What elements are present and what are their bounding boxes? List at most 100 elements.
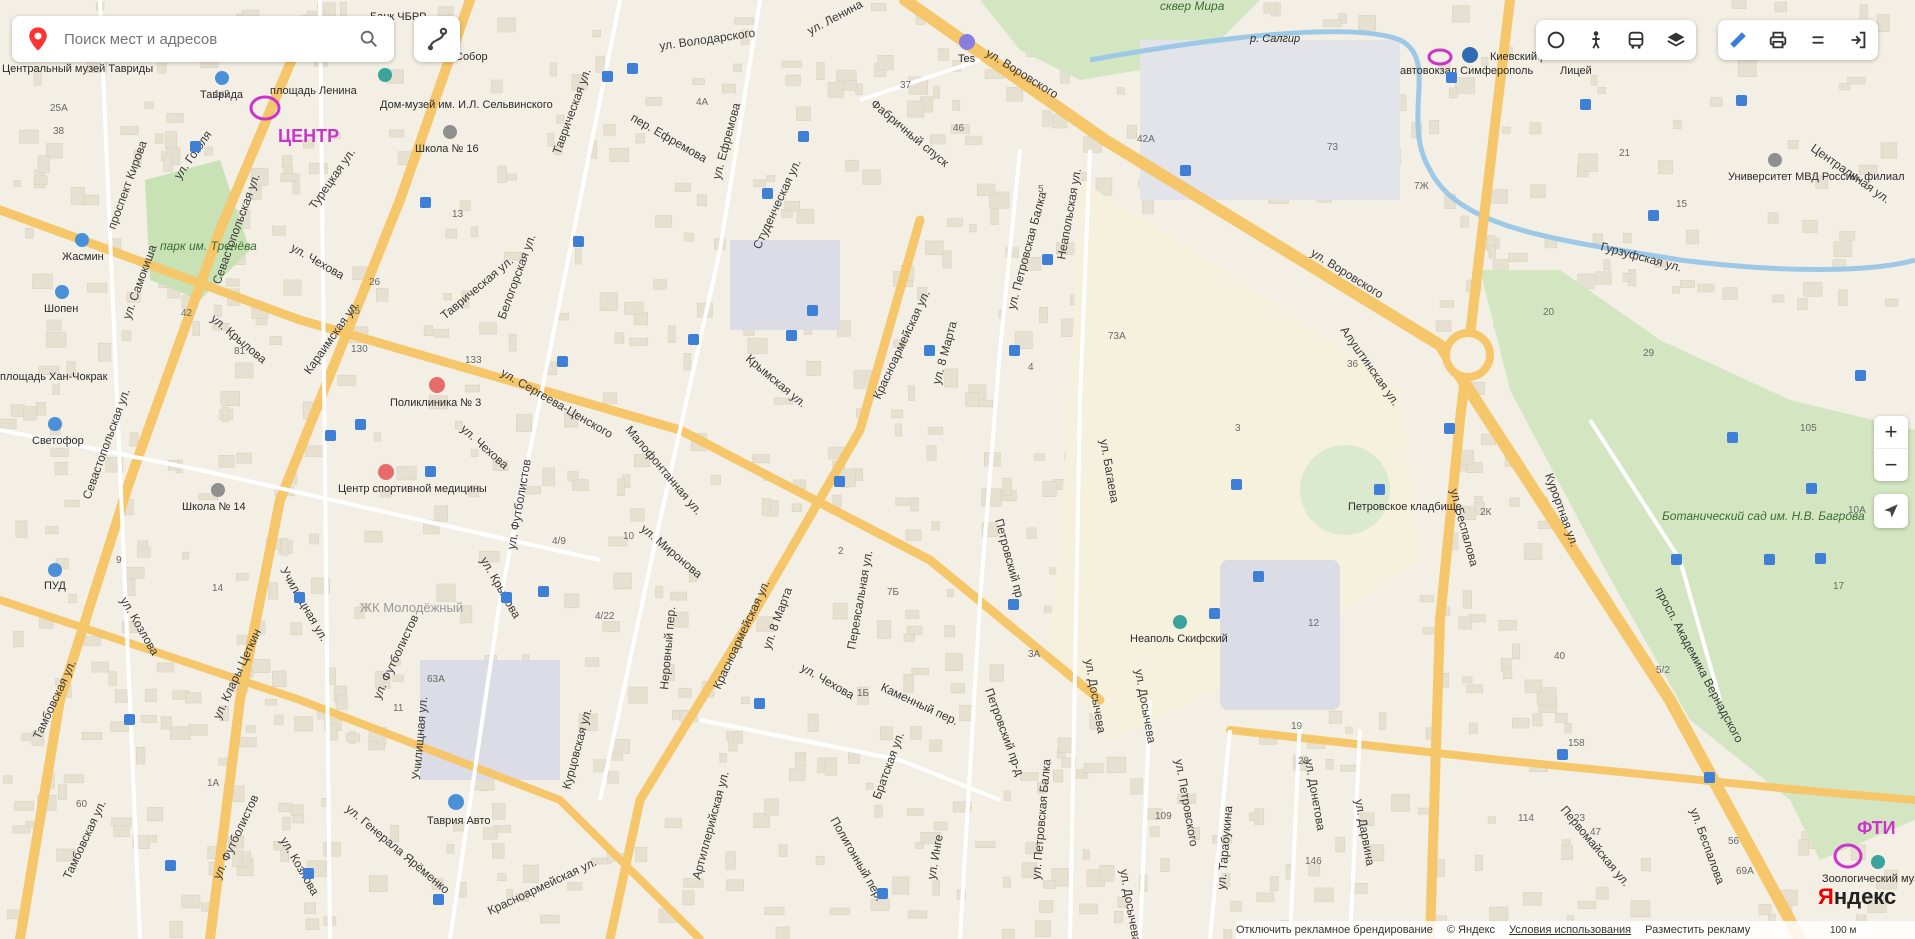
building [1466,684,1483,693]
building [764,906,785,916]
building [508,333,517,352]
map-pin-icon [29,27,47,51]
yandex-logo[interactable]: Яндекс [1818,884,1896,910]
building [1454,77,1475,94]
building [491,843,505,859]
transit-button[interactable] [1616,20,1656,60]
building [1737,58,1757,78]
building [655,585,664,598]
building [667,325,676,344]
building [1710,97,1723,107]
house-number: 38 [53,126,65,137]
building [166,113,184,123]
poi-label: Шопен [44,303,78,315]
geolocation-button[interactable] [1874,494,1908,528]
building [335,695,348,710]
building [635,133,645,144]
building [895,497,912,506]
panorama-button[interactable] [1576,20,1616,60]
building [86,282,108,293]
building [785,74,801,86]
building [1686,229,1700,245]
building [674,182,691,193]
building [294,716,313,732]
city-map[interactable]: ул. Володарского ул. Ленина ул. Воровско… [0,0,1915,939]
ruler-button[interactable] [1718,20,1758,60]
building [1044,605,1052,613]
terms-link[interactable]: Условия использования [1509,924,1631,936]
zoom-out-button[interactable]: − [1874,448,1908,481]
building [375,288,389,302]
bus-stop-icon [924,345,935,356]
house-number: 60 [76,799,88,810]
bus-stop-icon [1727,432,1738,443]
bus-stop-icon [294,592,305,603]
map-layers-toolbar [1536,20,1696,60]
advertise-link[interactable]: Разместить рекламу [1645,924,1750,936]
building [925,240,944,255]
building [1469,722,1478,734]
building [309,533,319,545]
traffic-button[interactable] [1536,20,1576,60]
building [269,335,282,345]
building [323,842,341,857]
house-number: 105 [1800,423,1817,434]
building [337,374,357,386]
zoom-in-button[interactable]: + [1874,416,1908,448]
building [497,873,507,881]
print-button[interactable] [1758,20,1798,60]
building [10,404,26,417]
building [567,471,579,482]
search-box[interactable] [12,16,394,62]
building [906,625,923,635]
building [684,232,695,242]
house-number: 3 [1235,423,1241,434]
building [98,342,112,362]
shop-icon [48,417,62,431]
route-button[interactable] [414,16,460,62]
building [761,497,771,516]
house-number: 10 [623,531,635,542]
building [910,497,919,512]
house-number: 5 [1038,184,1044,195]
login-button[interactable] [1838,20,1878,60]
building [15,520,28,538]
building [845,159,859,172]
poi-label: Таврия Авто [427,815,490,827]
building [490,79,503,94]
building [942,250,952,269]
bus-stop-icon [1764,554,1775,565]
building [271,225,286,236]
building [1658,160,1674,175]
building [446,844,455,854]
house-number: 73 [1327,142,1339,153]
house-number: 42А [1137,134,1155,145]
building [1475,854,1483,871]
building [373,432,381,442]
park-label: сквер Мира [1160,0,1225,13]
building [938,48,949,61]
search-icon[interactable] [358,28,380,50]
building [824,757,838,776]
building [1042,481,1057,498]
building [108,671,117,686]
bus-stop-icon [303,868,314,879]
building [14,801,34,811]
building [515,413,533,432]
building [36,402,46,416]
menu-button[interactable] [1798,20,1838,60]
ad-branding-link[interactable]: Отключить рекламное брендирование [1236,924,1433,936]
poi-label: Поликлиника № 3 [390,397,481,409]
search-input[interactable] [62,29,358,49]
house-number: 12 [1308,618,1320,629]
building [470,226,479,238]
house-number: 11 [393,703,404,714]
bus-stop-icon [420,197,431,208]
museum-icon [378,68,392,82]
building [443,292,452,301]
building [13,180,21,188]
building [1230,900,1242,912]
location-arrow-icon [1884,504,1898,518]
house-number: 20 [1543,307,1555,318]
layers-button[interactable] [1656,20,1696,60]
